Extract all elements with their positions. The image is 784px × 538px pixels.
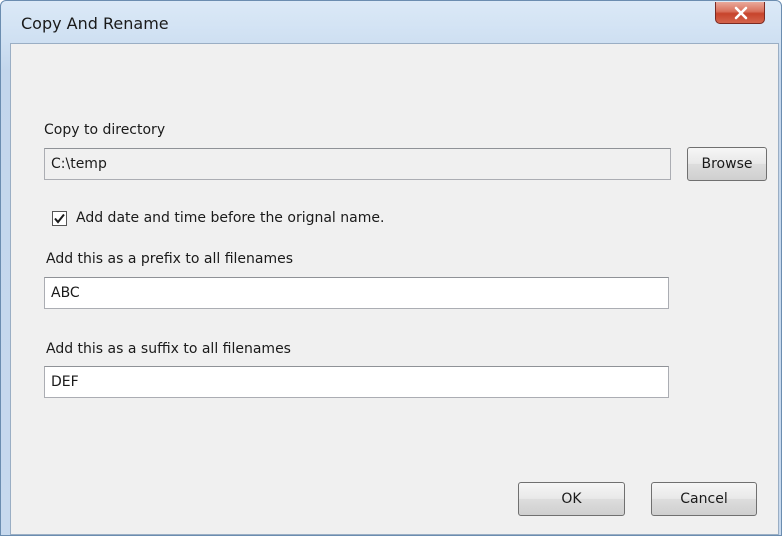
browse-button[interactable]: Browse [687,147,767,181]
close-button[interactable] [715,2,765,24]
date-time-label: Add date and time before the orignal nam… [76,210,385,226]
checkmark-icon [54,213,65,224]
prefix-input[interactable] [44,277,669,309]
title-bar[interactable]: Copy And Rename [1,1,781,37]
prefix-label: Add this as a prefix to all filenames [46,251,294,267]
cancel-button[interactable]: Cancel [651,482,757,516]
suffix-label: Add this as a suffix to all filenames [46,341,291,357]
ok-button[interactable]: OK [518,482,625,516]
directory-field[interactable] [44,148,671,180]
suffix-input[interactable] [44,366,669,398]
dialog-window: Copy And Rename Copy to directory Browse… [0,0,782,536]
window-title: Copy And Rename [21,14,169,33]
dialog-content: Copy to directory Browse Add date and ti… [10,43,779,535]
date-time-checkbox[interactable] [52,211,67,226]
directory-label: Copy to directory [44,122,166,138]
close-icon [734,6,748,20]
